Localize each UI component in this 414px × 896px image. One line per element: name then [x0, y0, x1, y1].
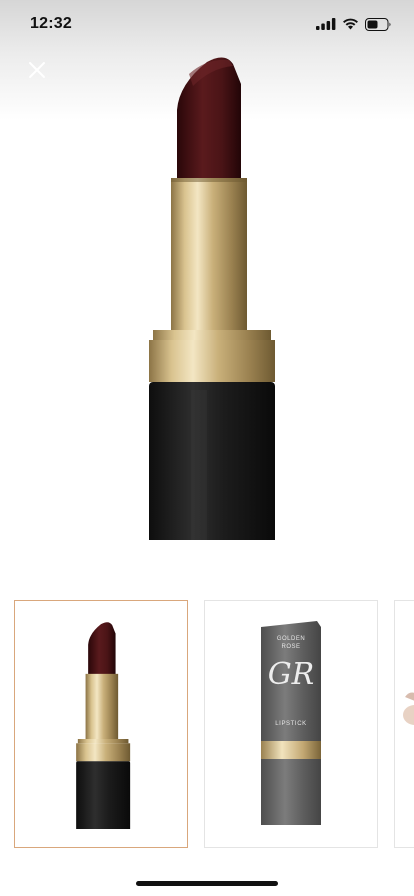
- cap-thumbnail-image: GOLDEN ROSE GR LIPSTICK: [259, 621, 323, 827]
- swatch-thumbnail-image: [403, 692, 414, 725]
- main-product-image: [0, 40, 414, 550]
- lipstick-image: [149, 57, 275, 540]
- thumbnail-1[interactable]: [14, 600, 188, 848]
- home-indicator: [136, 881, 278, 886]
- status-time: 12:32: [30, 15, 72, 32]
- thumbnail-3[interactable]: [394, 600, 414, 848]
- battery-icon: [365, 17, 391, 31]
- brand-line-2: ROSE: [281, 644, 301, 650]
- wifi-icon: [343, 18, 358, 30]
- product-label: LIPSTICK: [275, 721, 307, 727]
- brand-logo: GR: [267, 657, 315, 692]
- brand-name: GOLDEN ROSE: [259, 635, 323, 651]
- cellular-signal-icon: [316, 18, 336, 30]
- thumbnail-strip[interactable]: GOLDEN ROSE GR LIPSTICK: [14, 600, 414, 848]
- status-icons: [316, 17, 392, 31]
- thumbnail-2[interactable]: GOLDEN ROSE GR LIPSTICK: [204, 600, 378, 848]
- brand-line-1: GOLDEN: [276, 636, 306, 642]
- lipstick-thumbnail-image: [76, 622, 131, 829]
